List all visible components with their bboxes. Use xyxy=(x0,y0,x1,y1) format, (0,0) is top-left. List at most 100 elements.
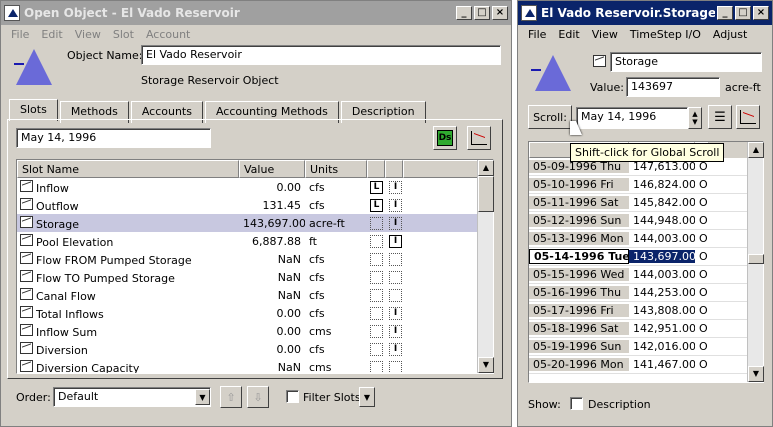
move-up-button[interactable]: ⇧ xyxy=(220,386,242,408)
table-row[interactable]: 05-13-1996 Mon 144,003.00 O xyxy=(529,230,747,248)
slot-name-input[interactable]: Storage xyxy=(610,52,762,72)
order-select[interactable]: Default xyxy=(53,387,211,407)
table-row[interactable]: Flow FROM Pumped Storage NaN cfs xyxy=(17,250,477,268)
minimize-icon[interactable]: _ xyxy=(717,6,733,20)
table-view-button[interactable]: ☰ xyxy=(708,105,732,129)
menu-adjust[interactable]: Adjust xyxy=(707,28,753,41)
row-value[interactable]: 143,808.00 xyxy=(629,304,695,317)
plot-button[interactable] xyxy=(736,105,760,129)
slot-value: 131.45 xyxy=(262,198,302,212)
slot-name-cell: Flow FROM Pumped Storage xyxy=(17,251,239,267)
row-value[interactable]: 141,467.00 xyxy=(629,358,695,371)
order-dropdown-icon[interactable]: ▼ xyxy=(195,389,210,405)
table-row[interactable]: 05-20-1996 Mon 141,467.00 O xyxy=(529,356,747,374)
maximize-icon[interactable]: □ xyxy=(474,6,490,20)
date-input[interactable]: May 14, 1996 xyxy=(16,128,211,148)
series-slot-icon xyxy=(20,359,33,372)
table-row[interactable]: Flow TO Pumped Storage NaN cfs xyxy=(17,268,477,286)
table-row[interactable]: Diversion Capacity NaN cms xyxy=(17,358,477,373)
table-row[interactable]: Pool Elevation 6,887.88 ft I xyxy=(17,232,477,250)
menu-edit[interactable]: Edit xyxy=(552,28,585,41)
scroll-date-input[interactable]: May 14, 1996 xyxy=(576,107,688,129)
menu-account[interactable]: Account xyxy=(140,28,196,41)
slot-name: Outflow xyxy=(36,199,79,213)
menu-file[interactable]: File xyxy=(522,28,552,41)
scroll-thumb[interactable] xyxy=(748,254,764,264)
table-row[interactable]: 05-16-1996 Thu 144,253.00 O xyxy=(529,284,747,302)
scroll-down-icon[interactable]: ▼ xyxy=(478,357,494,373)
menu-edit[interactable]: Edit xyxy=(35,28,68,41)
col-flag2[interactable] xyxy=(385,160,403,178)
row-value[interactable]: 146,824.00 xyxy=(629,178,695,191)
open-object-titlebar[interactable]: Open Object - El Vado Reservoir _ □ × xyxy=(1,1,511,25)
flag-l-icon xyxy=(370,288,383,302)
series-slot-icon xyxy=(20,287,33,300)
scroll-up-icon[interactable]: ▲ xyxy=(478,160,494,176)
move-down-button[interactable]: ⇩ xyxy=(247,386,269,408)
slots-table: Slot Name Value Units Inflow 0.00 cfs L I Out… xyxy=(16,159,494,374)
table-row[interactable]: Inflow Sum 0.00 cms I xyxy=(17,322,477,340)
filter-slots-label: Filter Slots xyxy=(303,391,361,404)
row-value[interactable]: 144,948.00 xyxy=(629,214,695,227)
close-icon[interactable]: × xyxy=(753,6,769,20)
menubar: File Edit View Slot Account xyxy=(1,25,511,43)
tab-slots[interactable]: Slots xyxy=(9,99,58,121)
series-scrollbar[interactable]: ▲ ▼ xyxy=(747,142,764,382)
menu-slot[interactable]: Slot xyxy=(107,28,140,41)
row-value[interactable]: 144,253.00 xyxy=(629,286,695,299)
plot-button[interactable] xyxy=(467,126,491,150)
slot-name: Pool Elevation xyxy=(36,235,114,249)
scroll-button[interactable]: Scroll: xyxy=(528,105,572,129)
storage-slot-window: El Vado Reservoir.Storage _ □ × File Edi… xyxy=(517,0,773,427)
slots-scrollbar[interactable]: ▲ ▼ xyxy=(477,160,494,373)
table-row[interactable]: 05-18-1996 Sat 142,951.00 O xyxy=(529,320,747,338)
table-row[interactable]: 05-14-1996 Tue 143,697.00 O xyxy=(529,248,747,266)
row-date: 05-16-1996 Thu xyxy=(529,286,629,299)
slot-name-cell: Canal Flow xyxy=(17,287,239,303)
flag-i-icon: I xyxy=(389,306,402,320)
scroll-up-icon[interactable]: ▲ xyxy=(748,142,764,158)
menu-timestep-io[interactable]: TimeStep I/O xyxy=(624,28,707,41)
table-row[interactable]: Inflow 0.00 cfs L I xyxy=(17,178,477,196)
col-flag1[interactable] xyxy=(367,160,385,178)
table-row[interactable]: Diversion 0.00 cfs I xyxy=(17,340,477,358)
table-row[interactable]: 05-19-1996 Sun 142,016.00 O xyxy=(529,338,747,356)
date-spinner[interactable]: ▲ ▼ xyxy=(688,107,702,129)
menu-file[interactable]: File xyxy=(5,28,35,41)
col-value[interactable]: Value xyxy=(239,160,305,178)
table-row[interactable]: 05-11-1996 Sat 145,842.00 O xyxy=(529,194,747,212)
ds-button[interactable]: Ds xyxy=(433,126,457,150)
scroll-thumb[interactable] xyxy=(478,176,494,212)
row-value[interactable]: 145,842.00 xyxy=(629,196,695,209)
maximize-icon[interactable]: □ xyxy=(735,6,751,20)
row-value[interactable]: 142,951.00 xyxy=(629,322,695,335)
row-value[interactable]: 144,003.00 xyxy=(629,268,695,281)
scroll-down-icon[interactable]: ▼ xyxy=(748,366,764,382)
value-label: Value: xyxy=(590,81,624,94)
table-row[interactable]: Storage 143,697.00 acre-ft I xyxy=(17,214,477,232)
table-row[interactable]: Canal Flow NaN cfs xyxy=(17,286,477,304)
row-value[interactable]: 143,697.00 xyxy=(629,250,695,263)
value-input[interactable]: 143697 xyxy=(626,77,720,97)
close-icon[interactable]: × xyxy=(492,6,508,20)
object-name-input[interactable]: El Vado Reservoir xyxy=(141,45,501,65)
table-row[interactable]: 05-10-1996 Fri 146,824.00 O xyxy=(529,176,747,194)
row-value[interactable]: 142,016.00 xyxy=(629,340,695,353)
slot-name-cell: Inflow Sum xyxy=(17,323,239,339)
menu-view[interactable]: View xyxy=(586,28,624,41)
table-row[interactable]: 05-12-1996 Sun 144,948.00 O xyxy=(529,212,747,230)
filter-slots-checkbox[interactable] xyxy=(286,390,299,403)
table-row[interactable]: 05-17-1996 Fri 143,808.00 O xyxy=(529,302,747,320)
menu-view[interactable]: View xyxy=(69,28,107,41)
minimize-icon[interactable]: _ xyxy=(456,6,472,20)
col-units[interactable]: Units xyxy=(305,160,367,178)
filter-dropdown-icon[interactable]: ▼ xyxy=(359,387,375,407)
table-row[interactable]: 05-15-1996 Wed 144,003.00 O xyxy=(529,266,747,284)
description-checkbox[interactable] xyxy=(570,397,583,410)
storage-titlebar[interactable]: El Vado Reservoir.Storage _ □ × xyxy=(518,1,772,25)
table-row[interactable]: Total Inflows 0.00 cfs I xyxy=(17,304,477,322)
col-slot-name[interactable]: Slot Name xyxy=(17,160,239,178)
table-row[interactable]: Outflow 131.45 cfs L I xyxy=(17,196,477,214)
row-value[interactable]: 144,003.00 xyxy=(629,232,695,245)
slot-value: 0.00 xyxy=(276,342,302,356)
